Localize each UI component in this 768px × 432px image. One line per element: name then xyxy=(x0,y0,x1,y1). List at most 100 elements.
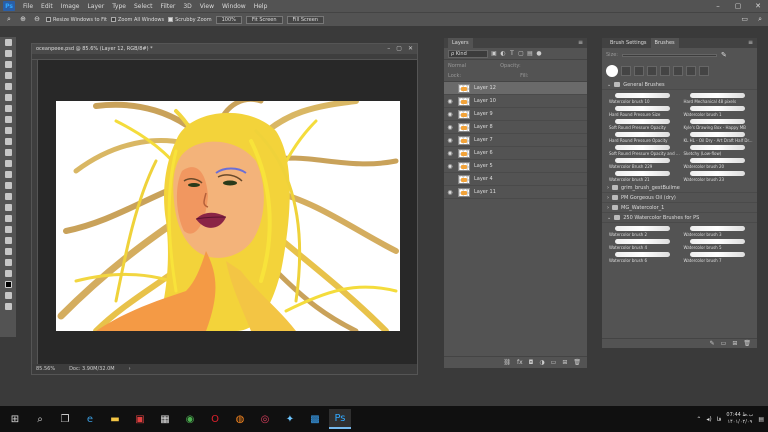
menu-3d[interactable]: 3D xyxy=(179,3,195,10)
app2-icon[interactable]: ✦ xyxy=(279,409,301,429)
layer-kind-select[interactable]: ρ Kind xyxy=(448,49,488,58)
brush-preset[interactable]: Soft Round Pressure Opacity and ... xyxy=(605,143,680,156)
calculator-icon[interactable]: ▦ xyxy=(154,409,176,429)
notifications-icon[interactable]: ▤ xyxy=(758,416,764,423)
zoom-out-icon[interactable]: ⊖ xyxy=(32,15,42,24)
photoshop-icon[interactable]: Ps xyxy=(329,409,351,429)
tab-brushes[interactable]: Brushes xyxy=(650,38,679,48)
artwork-canvas[interactable] xyxy=(56,101,400,331)
crop-tool-icon[interactable] xyxy=(0,81,16,92)
healing-tool-icon[interactable] xyxy=(0,114,16,125)
brush-preset[interactable]: Watercolor brush 4 xyxy=(605,237,680,250)
adjustment-layer-icon[interactable]: ◑ xyxy=(539,359,544,366)
menu-filter[interactable]: Filter xyxy=(157,3,180,10)
fx-icon[interactable]: fx xyxy=(517,359,523,366)
file-explorer-icon[interactable]: ▬ xyxy=(104,409,126,429)
close-button[interactable]: ✕ xyxy=(748,0,768,12)
more-tools-icon[interactable] xyxy=(0,268,16,279)
brush-group-2[interactable]: › PM Gorgeous Oil (dry) xyxy=(602,193,757,203)
visibility-eye-icon[interactable]: ◉ xyxy=(444,124,456,131)
scrubby-zoom-checkbox[interactable]: Scrubby Zoom xyxy=(168,17,212,23)
brush-preset[interactable]: Watercolor Brush 229 xyxy=(605,156,680,169)
blend-mode-select[interactable]: Normal xyxy=(448,63,466,69)
recent-brush-1[interactable] xyxy=(621,66,631,76)
tab-brush-settings[interactable]: Brush Settings xyxy=(606,38,651,48)
brush-preset[interactable]: Kyle's Drawing Box - Happy MB xyxy=(680,117,755,130)
app-icon[interactable]: ▣ xyxy=(129,409,151,429)
shape-tool-icon[interactable] xyxy=(0,235,16,246)
type-tool-icon[interactable] xyxy=(0,213,16,224)
layer-row[interactable]: ◉ Layer 5 xyxy=(444,160,587,173)
doc-minimize-icon[interactable]: – xyxy=(387,44,390,54)
layer-row[interactable]: ◉ Layer 10 xyxy=(444,95,587,108)
fill-screen-button[interactable]: Fill Screen xyxy=(286,15,325,24)
brush-preset[interactable]: Watercolor brush 2 xyxy=(605,224,680,237)
zoom-tool-icon[interactable]: ⌕ xyxy=(4,15,14,24)
maximize-button[interactable]: ▢ xyxy=(728,0,748,12)
panel-menu-icon[interactable]: ≡ xyxy=(748,38,753,48)
pen-tool-icon[interactable] xyxy=(0,202,16,213)
app3-icon[interactable]: ▩ xyxy=(304,409,326,429)
delete-layer-icon[interactable]: 🗑 xyxy=(573,359,581,366)
workspace-icon[interactable]: ▭ xyxy=(741,15,748,23)
brush-preset[interactable]: Watercolor brush 23 xyxy=(680,169,755,182)
doc-maximize-icon[interactable]: ▢ xyxy=(396,44,402,54)
recent-brush-2[interactable] xyxy=(634,66,644,76)
task-view-icon[interactable]: ❐ xyxy=(54,409,76,429)
firefox-icon[interactable]: ◍ xyxy=(229,409,251,429)
zoom-100-button[interactable]: 100% xyxy=(215,15,242,24)
eraser-tool-icon[interactable] xyxy=(0,158,16,169)
search-icon[interactable]: ⌕ xyxy=(758,15,762,24)
zoom-tool-icon[interactable] xyxy=(0,257,16,268)
fit-screen-button[interactable]: Fit Screen xyxy=(245,15,283,24)
brush-preset[interactable]: Watercolor brush 20 xyxy=(680,156,755,169)
brush-group-1[interactable]: › grim_brush_gestBuilme xyxy=(602,183,757,193)
brush-tool-icon[interactable] xyxy=(0,125,16,136)
panel-menu-icon[interactable]: ≡ xyxy=(578,38,583,48)
brush-preset[interactable]: Watercolor brush 3 xyxy=(680,224,755,237)
volume-icon[interactable]: ◂) xyxy=(706,416,711,423)
recent-brush-4[interactable] xyxy=(660,66,670,76)
menu-select[interactable]: Select xyxy=(130,3,157,10)
edge-icon[interactable]: e xyxy=(79,409,101,429)
new-group-icon[interactable]: ▭ xyxy=(551,359,557,366)
brush-preset[interactable]: Hard Mechanical 48 pixels xyxy=(680,91,755,104)
new-brush-icon[interactable]: ⊞ xyxy=(732,340,737,347)
brush-edit-icon[interactable]: ✎ xyxy=(721,51,727,59)
dodge-tool-icon[interactable] xyxy=(0,191,16,202)
zoom-level-readout[interactable]: 85.56% xyxy=(36,366,55,372)
frame-tool-icon[interactable] xyxy=(0,92,16,103)
hand-tool-icon[interactable] xyxy=(0,246,16,257)
visibility-eye-icon[interactable]: ◉ xyxy=(444,98,456,105)
brush-preset[interactable]: Watercolor brush 6 xyxy=(605,250,680,263)
filter-shape-icon[interactable]: ▢ xyxy=(518,50,524,57)
visibility-eye-icon[interactable]: ◉ xyxy=(444,150,456,157)
status-arrow-icon[interactable]: › xyxy=(129,366,131,372)
menu-window[interactable]: Window xyxy=(218,3,250,10)
menu-view[interactable]: View xyxy=(196,3,218,10)
brush-size-slider[interactable] xyxy=(621,53,717,57)
quick-mask-icon[interactable] xyxy=(0,290,16,301)
stamp-tool-icon[interactable] xyxy=(0,136,16,147)
new-layer-icon[interactable]: ⊞ xyxy=(562,359,567,366)
windows-icon[interactable]: ⊞ xyxy=(4,409,26,429)
visibility-eye-icon[interactable]: ◉ xyxy=(444,111,456,118)
brush-settings-icon[interactable]: ✎ xyxy=(710,340,715,347)
recent-brush-5[interactable] xyxy=(673,66,683,76)
move-tool-icon[interactable] xyxy=(0,37,16,48)
layer-row[interactable]: ◉ Layer 7 xyxy=(444,134,587,147)
gradient-tool-icon[interactable] xyxy=(0,169,16,180)
brush-preset[interactable]: Watercolor brush 21 xyxy=(605,169,680,182)
brush-group-3[interactable]: › MG_Watercolor_1 xyxy=(602,203,757,213)
brush-preset[interactable]: Watercolor brush 1 xyxy=(680,104,755,117)
brush-preset[interactable]: Sketchy (Low-flow) xyxy=(680,143,755,156)
doc-close-icon[interactable]: ✕ xyxy=(408,44,413,54)
canvas-area[interactable] xyxy=(38,60,417,365)
chevron-up-icon[interactable]: ⌃ xyxy=(696,416,701,423)
browser-icon[interactable]: ◎ xyxy=(254,409,276,429)
visibility-eye-icon[interactable]: ◉ xyxy=(444,163,456,170)
filter-smart-icon[interactable]: ▤ xyxy=(527,50,533,57)
layer-row[interactable]: Layer 12 xyxy=(444,82,587,95)
minimize-button[interactable]: – xyxy=(708,0,728,12)
visibility-eye-icon[interactable]: ◉ xyxy=(444,137,456,144)
